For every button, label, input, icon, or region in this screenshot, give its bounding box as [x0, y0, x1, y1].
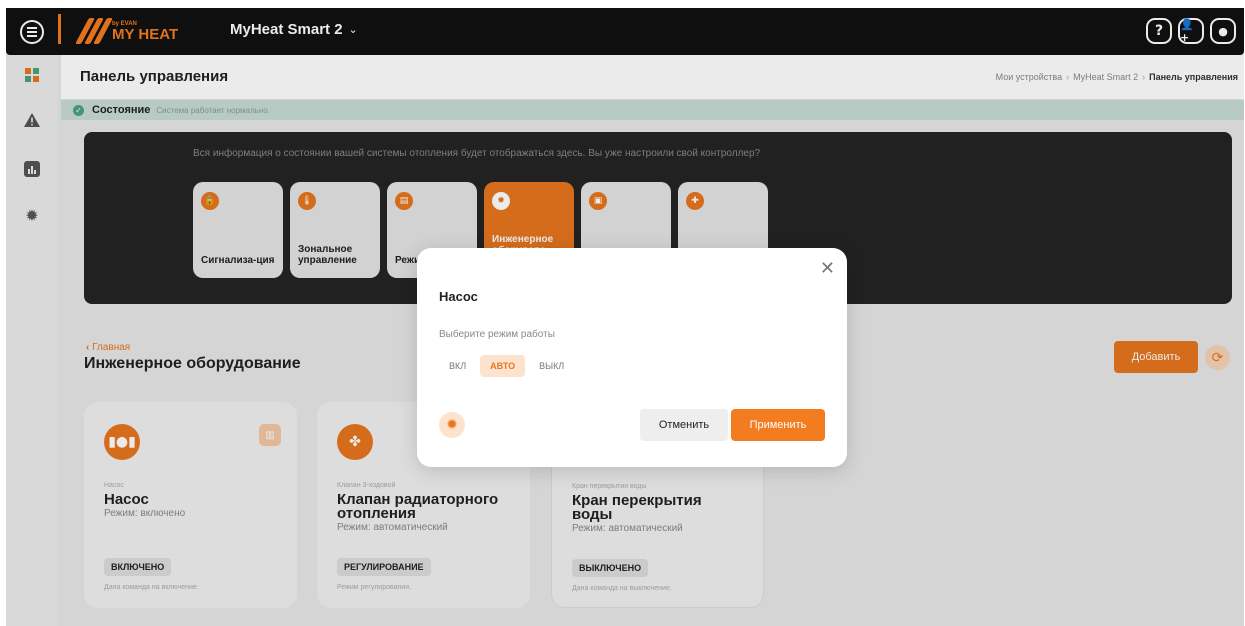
mode-dialog: ✕ Насос Выберите режим работы ВКЛ АВТО В…: [417, 248, 847, 467]
app-frame: by EVAN MY HEAT MyHeat Smart 2 ⌄ ? 👤+ ● …: [6, 8, 1244, 626]
mode-selector: ВКЛ АВТО ВЫКЛ: [439, 355, 574, 377]
dialog-title: Насос: [439, 289, 478, 304]
close-icon[interactable]: ✕: [820, 258, 835, 279]
settings-gear-icon[interactable]: ✹: [439, 412, 465, 438]
apply-button[interactable]: Применить: [731, 409, 825, 441]
cancel-button[interactable]: Отменить: [640, 409, 728, 441]
dialog-subtitle: Выберите режим работы: [439, 329, 555, 340]
mode-on-option[interactable]: ВКЛ: [439, 355, 476, 377]
mode-off-option[interactable]: ВЫКЛ: [529, 355, 574, 377]
mode-auto-option[interactable]: АВТО: [480, 355, 526, 377]
